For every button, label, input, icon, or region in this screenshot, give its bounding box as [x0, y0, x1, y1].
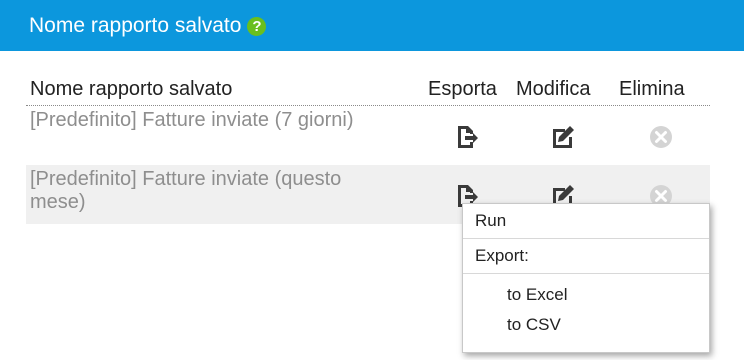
panel-header: Nome rapporto salvato ? — [0, 0, 744, 51]
delete-icon[interactable] — [648, 124, 674, 150]
column-header-delete: Elimina — [619, 78, 685, 100]
column-header-edit: Modifica — [516, 78, 591, 100]
column-header-name: Nome rapporto salvato — [30, 78, 233, 100]
edit-icon[interactable] — [550, 124, 576, 150]
report-name-link[interactable]: [Predefinito] Fatture inviate (questo me… — [30, 168, 400, 214]
column-header-export: Esporta — [428, 78, 497, 100]
saved-reports-table: Nome rapporto salvato Esporta Modifica E… — [26, 75, 710, 224]
report-name-link[interactable]: [Predefinito] Fatture inviate (7 giorni) — [30, 109, 400, 132]
table-header: Nome rapporto salvato Esporta Modifica E… — [26, 75, 710, 106]
panel-title: Nome rapporto salvato — [29, 13, 242, 37]
export-context-menu: Run Export: to Excel to CSV — [462, 203, 710, 353]
help-icon[interactable]: ? — [247, 16, 267, 36]
menu-item-export-heading: Export: — [463, 239, 709, 274]
menu-item-run[interactable]: Run — [463, 204, 709, 239]
menu-item-export-csv[interactable]: to CSV — [463, 310, 709, 340]
saved-reports-page: Nome rapporto salvato ? Nome rapporto sa… — [0, 0, 744, 360]
table-row: [Predefinito] Fatture inviate (7 giorni) — [26, 106, 710, 165]
menu-item-export-excel[interactable]: to Excel — [463, 280, 709, 310]
export-icon[interactable] — [454, 124, 480, 150]
